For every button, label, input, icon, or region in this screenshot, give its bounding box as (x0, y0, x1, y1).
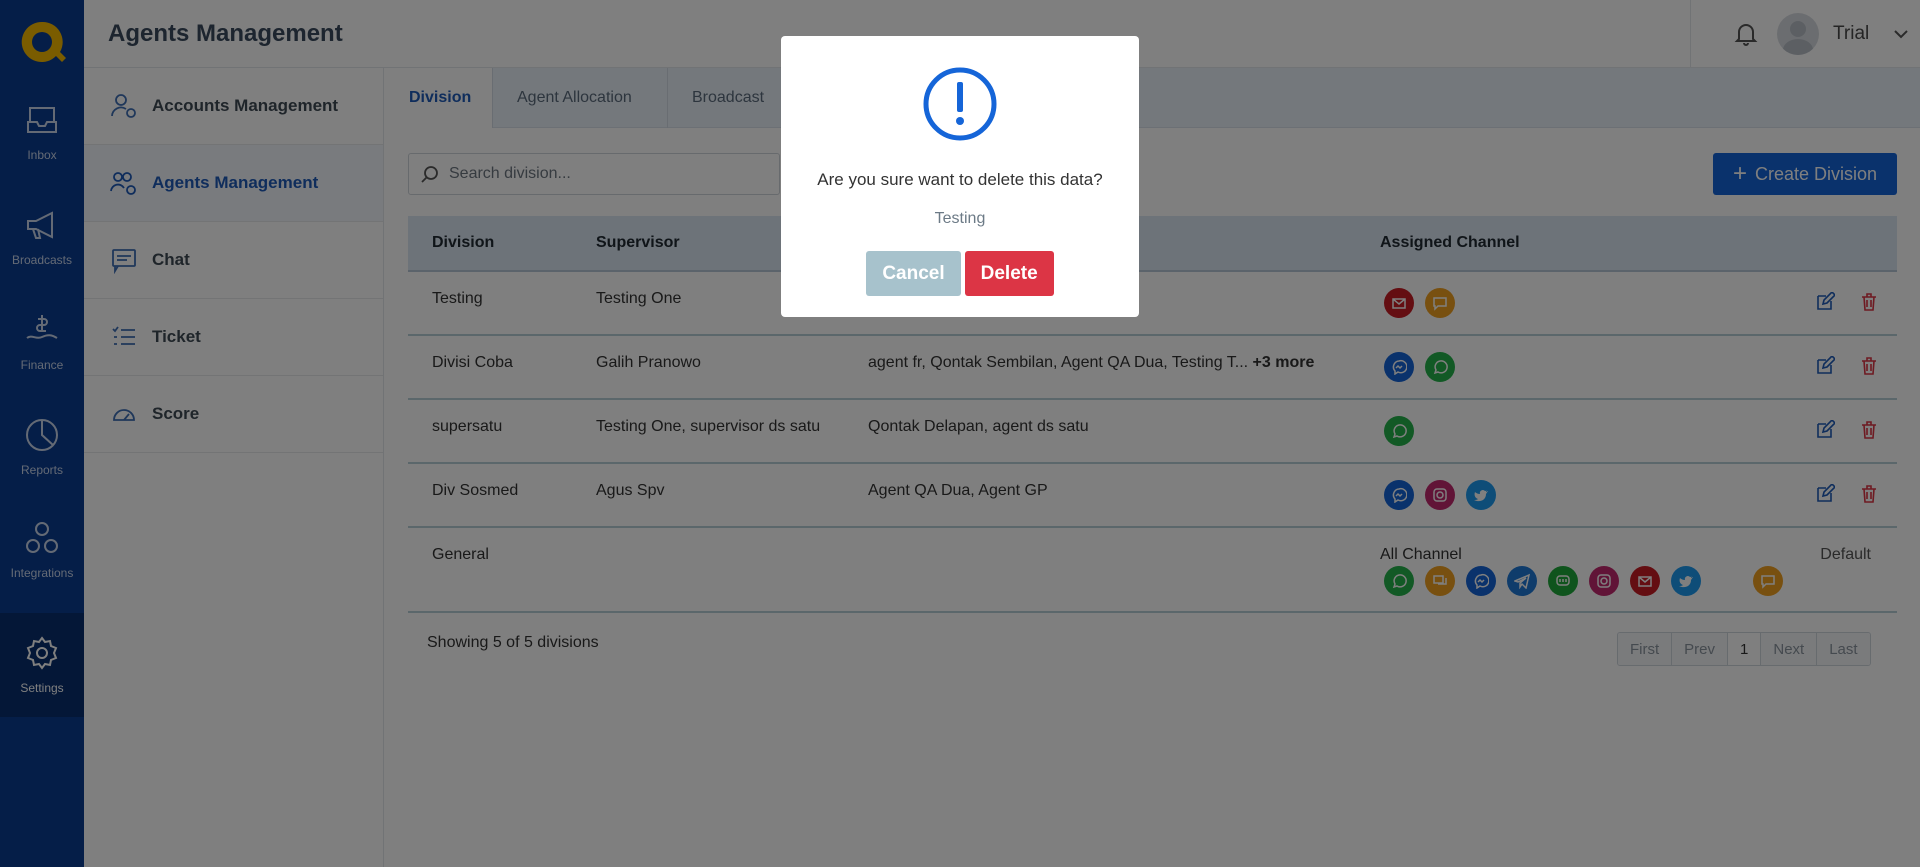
dialog-buttons: Cancel Delete (781, 251, 1139, 296)
exclamation-icon (923, 67, 997, 141)
confirm-item-name: Testing (934, 210, 986, 227)
confirm-question: Are you sure want to delete this data? (817, 170, 1103, 189)
delete-button[interactable]: Delete (964, 251, 1054, 296)
cancel-button[interactable]: Cancel (866, 251, 961, 296)
delete-confirm-dialog: Are you sure want to delete this data? T… (781, 36, 1139, 317)
